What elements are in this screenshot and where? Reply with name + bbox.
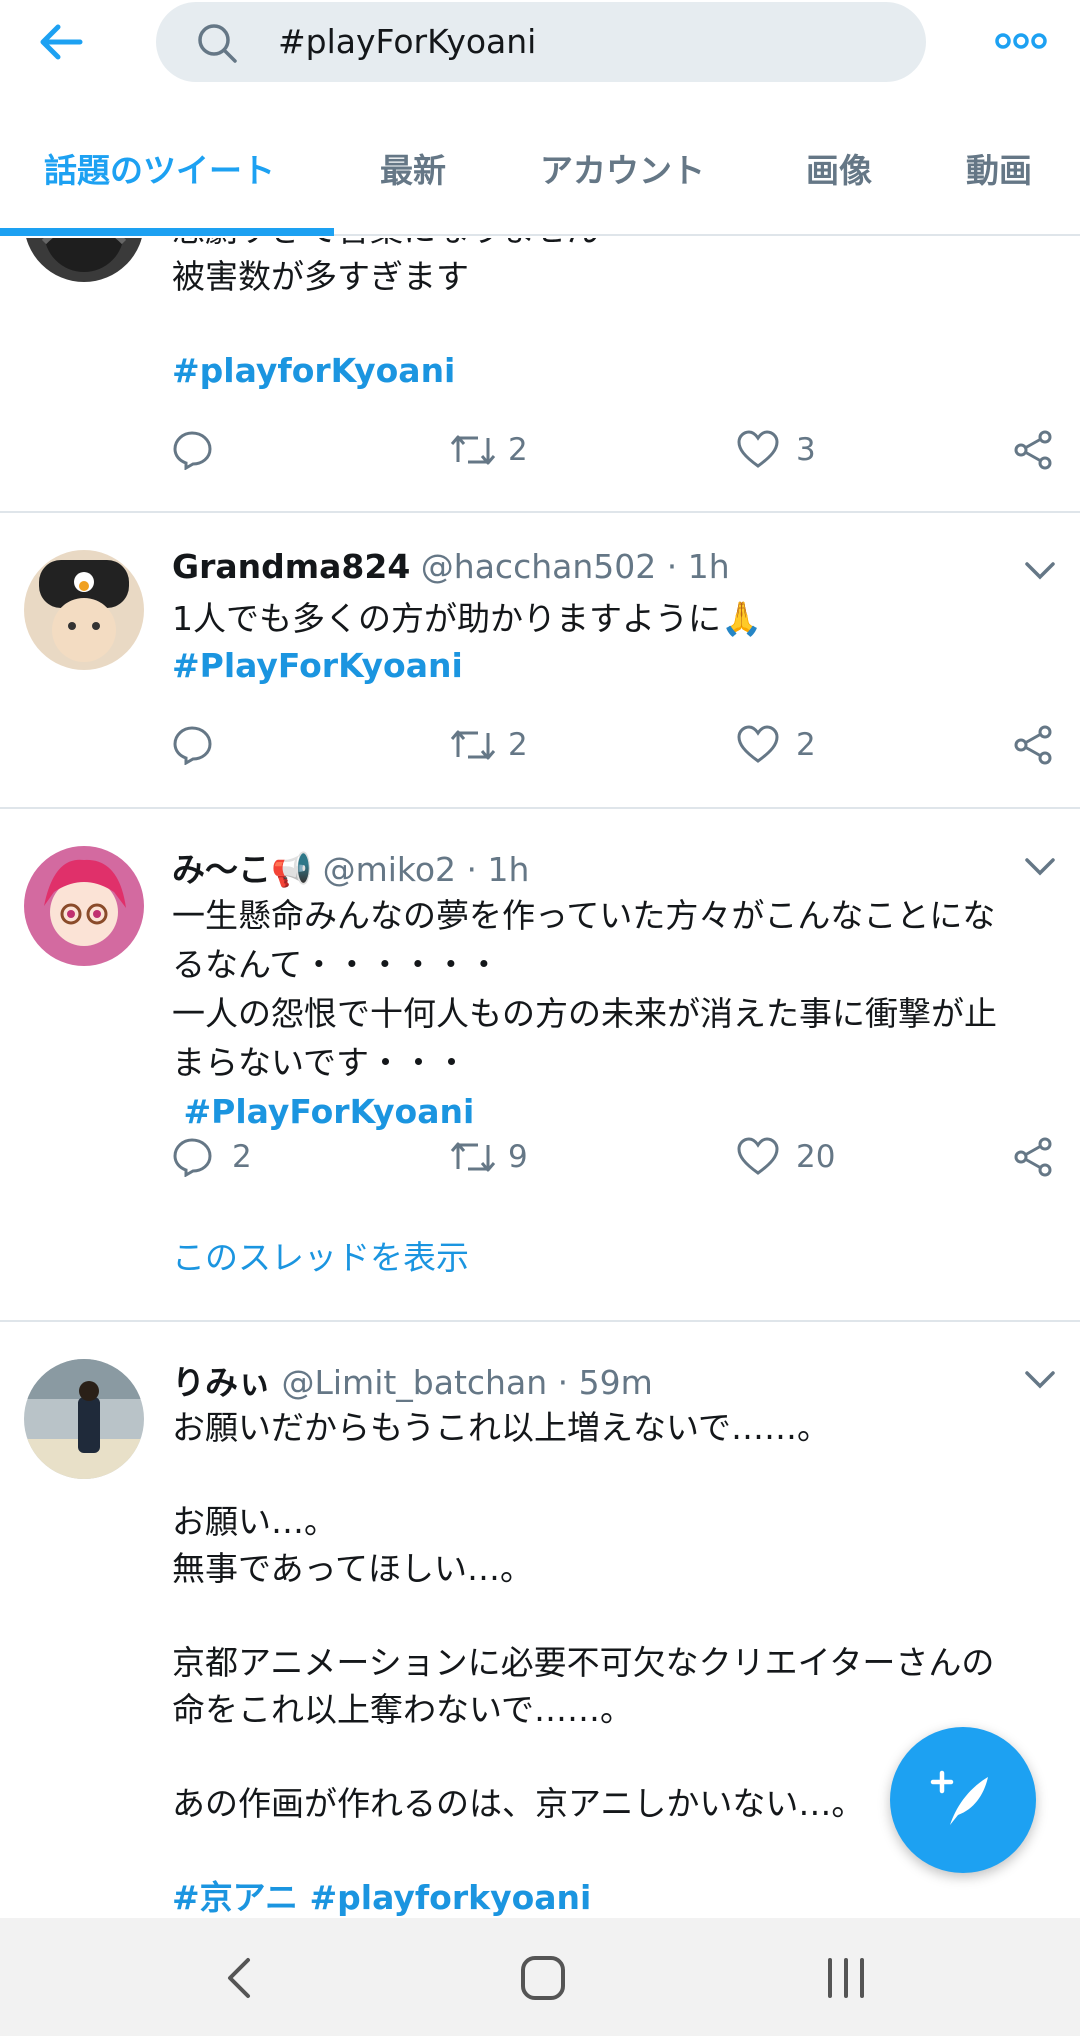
retweet-icon xyxy=(450,1142,496,1172)
nav-recents-icon[interactable] xyxy=(816,1948,876,2008)
back-arrow-icon[interactable] xyxy=(36,18,86,66)
search-tabs: 話題のツイート 最新 アカウント 画像 動画 xyxy=(0,114,1080,236)
like-count: 2 xyxy=(796,727,816,763)
more-options-icon[interactable] xyxy=(994,28,1048,54)
like-count: 3 xyxy=(796,432,816,468)
tab-accounts[interactable]: アカウント xyxy=(540,144,705,192)
hashtag-link[interactable]: #京アニ #playforkyoani xyxy=(172,1878,591,1917)
system-nav-bar xyxy=(0,1918,1080,2036)
author-name[interactable]: み〜こ📢 xyxy=(172,850,312,889)
tweet-actions: 2 9 20 xyxy=(172,1135,1052,1179)
tweet-actions: 2 2 xyxy=(172,723,1052,767)
tweet-time: 1h xyxy=(687,547,730,586)
hashtag-link[interactable]: #PlayForKyoani xyxy=(172,1092,475,1131)
hashtag-link[interactable]: #playforKyoani xyxy=(172,351,455,390)
reply-count: 2 xyxy=(232,1139,252,1175)
retweet-count: 2 xyxy=(508,432,528,468)
tweet-text-line: 京都アニメーションに必要不可欠なクリエイターさんの xyxy=(172,1643,995,1682)
author-handle[interactable]: @Limit_batchan xyxy=(282,1363,548,1402)
search-icon xyxy=(196,22,238,64)
tweet-text-line: まらないです・・・ xyxy=(172,1043,469,1082)
compose-tweet-button[interactable] xyxy=(890,1727,1036,1873)
tweet-header: りみぃ @Limit_batchan · 59m xyxy=(172,1356,653,1404)
compose-icon xyxy=(930,1770,988,1825)
reply-icon xyxy=(173,1138,212,1177)
search-query[interactable]: #playForKyoani xyxy=(278,20,536,64)
separator-dot: · xyxy=(666,547,678,586)
tweet-actions: 2 3 xyxy=(172,428,1052,472)
tab-latest[interactable]: 最新 xyxy=(380,144,446,192)
author-handle[interactable]: @miko2 xyxy=(323,850,456,889)
tab-videos[interactable]: 動画 xyxy=(966,144,1032,192)
caret-down-icon[interactable] xyxy=(1022,559,1058,583)
nav-back-icon[interactable] xyxy=(210,1948,270,2008)
tweet-text-line: 無事であってほしい…。 xyxy=(172,1549,534,1588)
tweet-text: 悲劇すぎて言葉になりません 被害数が多すぎます #playforKyoani xyxy=(172,238,1052,394)
show-thread-link[interactable]: このスレッドを表示 xyxy=(172,1231,469,1279)
share-icon xyxy=(1014,1137,1052,1177)
share-icon xyxy=(1014,430,1052,470)
hashtag-link[interactable]: #PlayForKyoani xyxy=(172,646,463,685)
avatar[interactable] xyxy=(24,238,144,282)
tweet-text-line: 1人でも多くの方が助かりますように🙏 xyxy=(172,599,763,638)
like-icon xyxy=(737,430,779,468)
author-name[interactable]: りみぃ xyxy=(172,1363,271,1402)
tweet-card[interactable]: Grandma824 @hacchan502 · 1h 1人でも多くの方が助かり… xyxy=(0,513,1080,809)
tweet-text-line: 一人の怨恨で十何人もの方の未来が消えた事に衝撃が止 xyxy=(172,994,997,1033)
tweet-text-line: お願いだからもうこれ以上増えないで……。 xyxy=(172,1408,831,1447)
tweet-text-line: 命をこれ以上奪わないで……。 xyxy=(172,1690,634,1729)
tweet-time: 1h xyxy=(487,850,530,889)
tweet-text-line xyxy=(172,1451,1052,1498)
tweet-text-line: 悲劇すぎて言葉になりません xyxy=(172,238,1052,253)
tweet-text: 一生懸命みんなの夢を作っていた方々がこんなことにな るなんて・・・・・・ 一人の… xyxy=(172,891,1052,1136)
search-input[interactable]: #playForKyoani xyxy=(156,2,926,82)
tweet-time: 59m xyxy=(578,1363,653,1402)
avatar[interactable] xyxy=(24,550,144,670)
author-name[interactable]: Grandma824 xyxy=(172,547,410,586)
avatar[interactable] xyxy=(24,846,144,966)
caret-down-icon[interactable] xyxy=(1022,855,1058,879)
tweet-text-line: 一生懸命みんなの夢を作っていた方々がこんなことにな xyxy=(172,896,996,935)
author-handle[interactable]: @hacchan502 xyxy=(421,547,656,586)
tweet-header: Grandma824 @hacchan502 · 1h xyxy=(172,547,730,586)
tab-top-tweets[interactable]: 話題のツイート xyxy=(44,144,275,192)
tweet-card[interactable]: 悲劇すぎて言葉になりません 被害数が多すぎます #playforKyoani 2… xyxy=(0,238,1080,513)
avatar[interactable] xyxy=(24,1359,144,1479)
like-count: 20 xyxy=(796,1139,836,1175)
tweet-text-line xyxy=(172,1592,1052,1639)
tweet-text-line: るなんて・・・・・・ xyxy=(172,945,501,984)
retweet-icon xyxy=(450,435,496,465)
nav-home-icon[interactable] xyxy=(513,1948,573,2008)
retweet-icon xyxy=(450,730,496,760)
tweet-text-line: お願い…。 xyxy=(172,1502,337,1541)
tweet-header: み〜こ📢 @miko2 · 1h xyxy=(172,843,529,891)
top-bar: #playForKyoani xyxy=(0,0,1080,82)
separator-dot: · xyxy=(557,1363,569,1402)
like-icon xyxy=(737,725,779,763)
tweet-card[interactable]: み〜こ📢 @miko2 · 1h 一生懸命みんなの夢を作っていた方々がこんなこと… xyxy=(0,809,1080,1322)
share-icon xyxy=(1014,725,1052,765)
like-icon xyxy=(737,1137,779,1175)
retweet-count: 2 xyxy=(508,727,528,763)
active-tab-indicator xyxy=(0,228,334,236)
reply-icon xyxy=(173,726,212,765)
tweet-text: 1人でも多くの方が助かりますように🙏 #PlayForKyoani xyxy=(172,595,1052,689)
tweet-feed[interactable]: 悲劇すぎて言葉になりません 被害数が多すぎます #playforKyoani 2… xyxy=(0,238,1080,1918)
reply-icon xyxy=(173,431,212,470)
tweet-text-line: 被害数が多すぎます xyxy=(172,257,469,296)
tab-images[interactable]: 画像 xyxy=(806,144,872,192)
caret-down-icon[interactable] xyxy=(1022,1368,1058,1392)
retweet-count: 9 xyxy=(508,1139,528,1175)
separator-dot: · xyxy=(466,850,478,889)
